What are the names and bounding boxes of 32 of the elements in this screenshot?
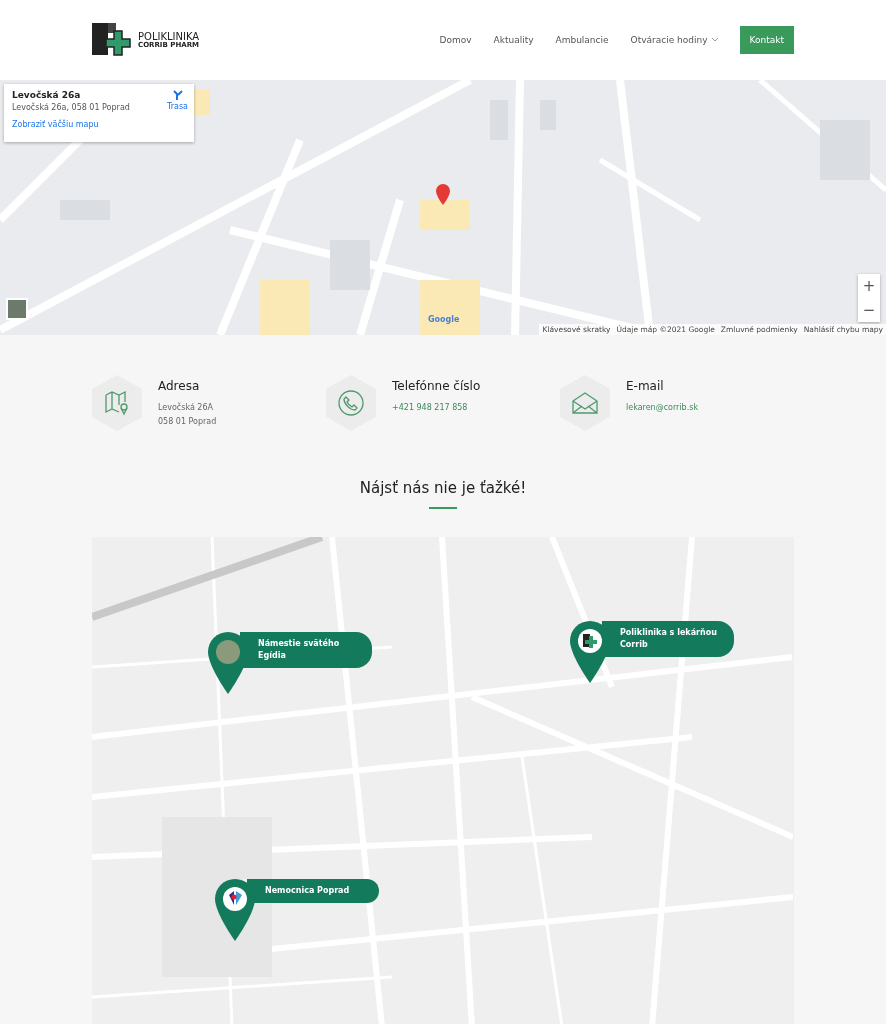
zoom-button[interactable]: − <box>858 298 880 322</box>
contact-title: Adresa <box>158 379 201 393</box>
contact-button[interactable]: Kontakt <box>739 26 794 54</box>
clinic-logo-icon <box>578 629 602 653</box>
directions-icon <box>172 90 183 100</box>
contact-detail: Levočská 26A <box>158 401 215 414</box>
nav-link[interactable]: Otváracie hodiny <box>630 35 718 45</box>
envelope-icon <box>571 391 599 415</box>
nav-link[interactable]: Ambulancie <box>555 35 609 45</box>
nav-link[interactable]: Aktuality <box>493 35 534 45</box>
contact-detail[interactable]: lekaren@corrib.sk <box>626 401 699 415</box>
location-label: Nemocnica Poprad <box>243 879 379 903</box>
directions-link[interactable]: Trasa <box>167 90 188 111</box>
contact-detail: 058 01 Poprad <box>158 416 217 428</box>
chevron-down-icon <box>711 38 718 42</box>
hospital-logo-icon <box>223 887 247 911</box>
place-address: Levočská 26a, 058 01 Poprad <box>12 103 130 112</box>
layer-thumbnail[interactable] <box>6 298 28 320</box>
contact-title: E-mail <box>626 379 665 393</box>
map-pin-icon <box>104 390 130 416</box>
logo-title: POLIKLINIKA <box>138 30 200 42</box>
contact-detail[interactable]: +421 948 217 858 <box>392 401 481 415</box>
phone-icon <box>337 389 365 417</box>
clinic-logo-icon <box>92 21 134 59</box>
photo-placeholder <box>216 640 240 664</box>
place-title: Levočská 26a <box>12 90 82 100</box>
nav-link[interactable]: Domov <box>439 35 472 45</box>
contact-title: Telefónne číslo <box>392 379 481 393</box>
larger-map-link[interactable]: Zobraziť väčšiu mapu <box>12 120 99 129</box>
map-brand: Google <box>428 315 460 324</box>
zoom-button[interactable]: + <box>858 274 880 298</box>
section-heading: Nájsť nás nie je ťažké! <box>358 479 528 497</box>
